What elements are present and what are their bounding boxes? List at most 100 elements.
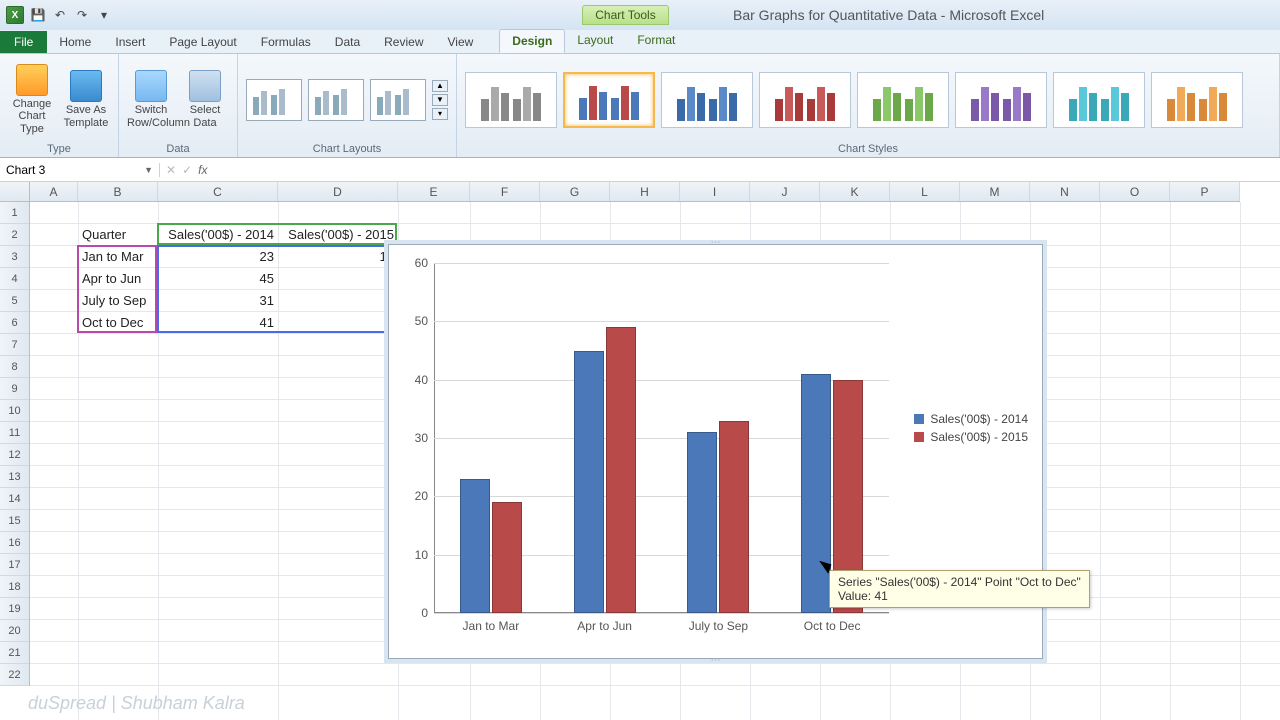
layout-gallery-down-icon[interactable]: ▼ [432,94,448,106]
row-header-8[interactable]: 8 [0,356,29,378]
cell-B2[interactable]: Quarter [78,224,158,246]
col-header-E[interactable]: E [398,182,470,201]
layout-gallery-up-icon[interactable]: ▲ [432,80,448,92]
embedded-chart[interactable]: 0102030405060Jan to MarApr to JunJuly to… [388,244,1043,659]
col-header-C[interactable]: C [158,182,278,201]
chart-type-icon [16,64,48,96]
row-header-14[interactable]: 14 [0,488,29,510]
fx-label[interactable]: fx [198,163,207,177]
tab-file[interactable]: File [0,31,47,53]
select-data-button[interactable]: Select Data [181,70,229,128]
row-header-18[interactable]: 18 [0,576,29,598]
cancel-icon[interactable]: ✕ [166,163,176,177]
tab-insert[interactable]: Insert [103,31,157,53]
bar-Sales002015-2[interactable] [719,421,749,614]
row-header-15[interactable]: 15 [0,510,29,532]
row-header-13[interactable]: 13 [0,466,29,488]
row-header-3[interactable]: 3 [0,246,29,268]
chart-style-8[interactable] [1151,72,1243,128]
group-label-layouts: Chart Layouts [246,141,448,155]
ribbon-tabs: File HomeInsertPage LayoutFormulasDataRe… [0,30,1280,54]
tab-design[interactable]: Design [499,29,565,53]
chart-layout-2[interactable] [308,79,364,121]
save-icon[interactable]: 💾 [30,7,46,23]
col-header-B[interactable]: B [78,182,158,201]
bar-Sales002015-1[interactable] [606,327,636,613]
chart-layout-1[interactable] [246,79,302,121]
row-header-21[interactable]: 21 [0,642,29,664]
save-as-template-button[interactable]: Save As Template [62,70,110,128]
bar-Sales002014-1[interactable] [574,351,604,614]
col-header-A[interactable]: A [30,182,78,201]
row-header-11[interactable]: 11 [0,422,29,444]
col-header-N[interactable]: N [1030,182,1100,201]
bar-Sales002014-3[interactable] [801,374,831,613]
x-label-2: July to Sep [689,613,748,633]
enter-icon[interactable]: ✓ [182,163,192,177]
row-header-6[interactable]: 6 [0,312,29,334]
bar-Sales002014-0[interactable] [460,479,490,613]
grid[interactable]: Quarter Sales('00$) - 2014Sales('00$) - 2… [30,202,1280,720]
col-header-O[interactable]: O [1100,182,1170,201]
row-header-2[interactable]: 2 [0,224,29,246]
bar-Sales002014-2[interactable] [687,432,717,613]
row-header-19[interactable]: 19 [0,598,29,620]
row-header-7[interactable]: 7 [0,334,29,356]
row-header-20[interactable]: 20 [0,620,29,642]
contextual-tab-header: Chart Tools [538,5,713,25]
resize-handle-top[interactable]: ⋯ [711,237,721,248]
tab-home[interactable]: Home [47,31,103,53]
tab-data[interactable]: Data [323,31,372,53]
tab-view[interactable]: View [436,31,486,53]
bar-Sales002015-0[interactable] [492,502,522,613]
col-header-G[interactable]: G [540,182,610,201]
chart-style-4[interactable] [759,72,851,128]
row-header-22[interactable]: 22 [0,664,29,686]
col-header-H[interactable]: H [610,182,680,201]
switch-row-column-button[interactable]: Switch Row/Column [127,70,175,128]
select-all-corner[interactable] [0,182,30,201]
quick-access-toolbar: X 💾 ↶ ↷ ▾ [0,6,118,24]
chart-style-1[interactable] [465,72,557,128]
tab-page-layout[interactable]: Page Layout [157,31,248,53]
col-header-F[interactable]: F [470,182,540,201]
chart-style-3[interactable] [661,72,753,128]
qat-dropdown-icon[interactable]: ▾ [96,7,112,23]
row-header-17[interactable]: 17 [0,554,29,576]
chart-style-7[interactable] [1053,72,1145,128]
col-header-K[interactable]: K [820,182,890,201]
col-header-I[interactable]: I [680,182,750,201]
worksheet[interactable]: ABCDEFGHIJKLMNOP 12345678910111213141516… [0,182,1280,720]
chart-style-5[interactable] [857,72,949,128]
resize-handle-bottom[interactable]: ⋯ [711,655,721,666]
chart-style-2[interactable] [563,72,655,128]
col-header-J[interactable]: J [750,182,820,201]
name-box[interactable]: Chart 3 ▼ [0,163,160,177]
tab-formulas[interactable]: Formulas [249,31,323,53]
row-header-12[interactable]: 12 [0,444,29,466]
undo-icon[interactable]: ↶ [52,7,68,23]
col-header-P[interactable]: P [1170,182,1240,201]
redo-icon[interactable]: ↷ [74,7,90,23]
row-header-10[interactable]: 10 [0,400,29,422]
row-header-4[interactable]: 4 [0,268,29,290]
row-header-9[interactable]: 9 [0,378,29,400]
row-header-1[interactable]: 1 [0,202,29,224]
tab-format[interactable]: Format [625,29,687,53]
tab-review[interactable]: Review [372,31,435,53]
tab-layout[interactable]: Layout [565,29,625,53]
chart-layout-3[interactable] [370,79,426,121]
legend[interactable]: Sales('00$) - 2014Sales('00$) - 2015 [914,408,1028,448]
col-header-D[interactable]: D [278,182,398,201]
change-chart-type-button[interactable]: Change Chart Type [8,64,56,134]
title-bar: X 💾 ↶ ↷ ▾ Chart Tools Bar Graphs for Qua… [0,0,1280,30]
y-tick-40: 40 [415,373,434,387]
group-chart-layouts: ▲ ▼ ▾ Chart Layouts [238,54,457,157]
col-header-M[interactable]: M [960,182,1030,201]
name-box-dropdown-icon[interactable]: ▼ [144,165,153,175]
col-header-L[interactable]: L [890,182,960,201]
row-header-16[interactable]: 16 [0,532,29,554]
row-header-5[interactable]: 5 [0,290,29,312]
chart-style-6[interactable] [955,72,1047,128]
layout-gallery-more-icon[interactable]: ▾ [432,108,448,120]
